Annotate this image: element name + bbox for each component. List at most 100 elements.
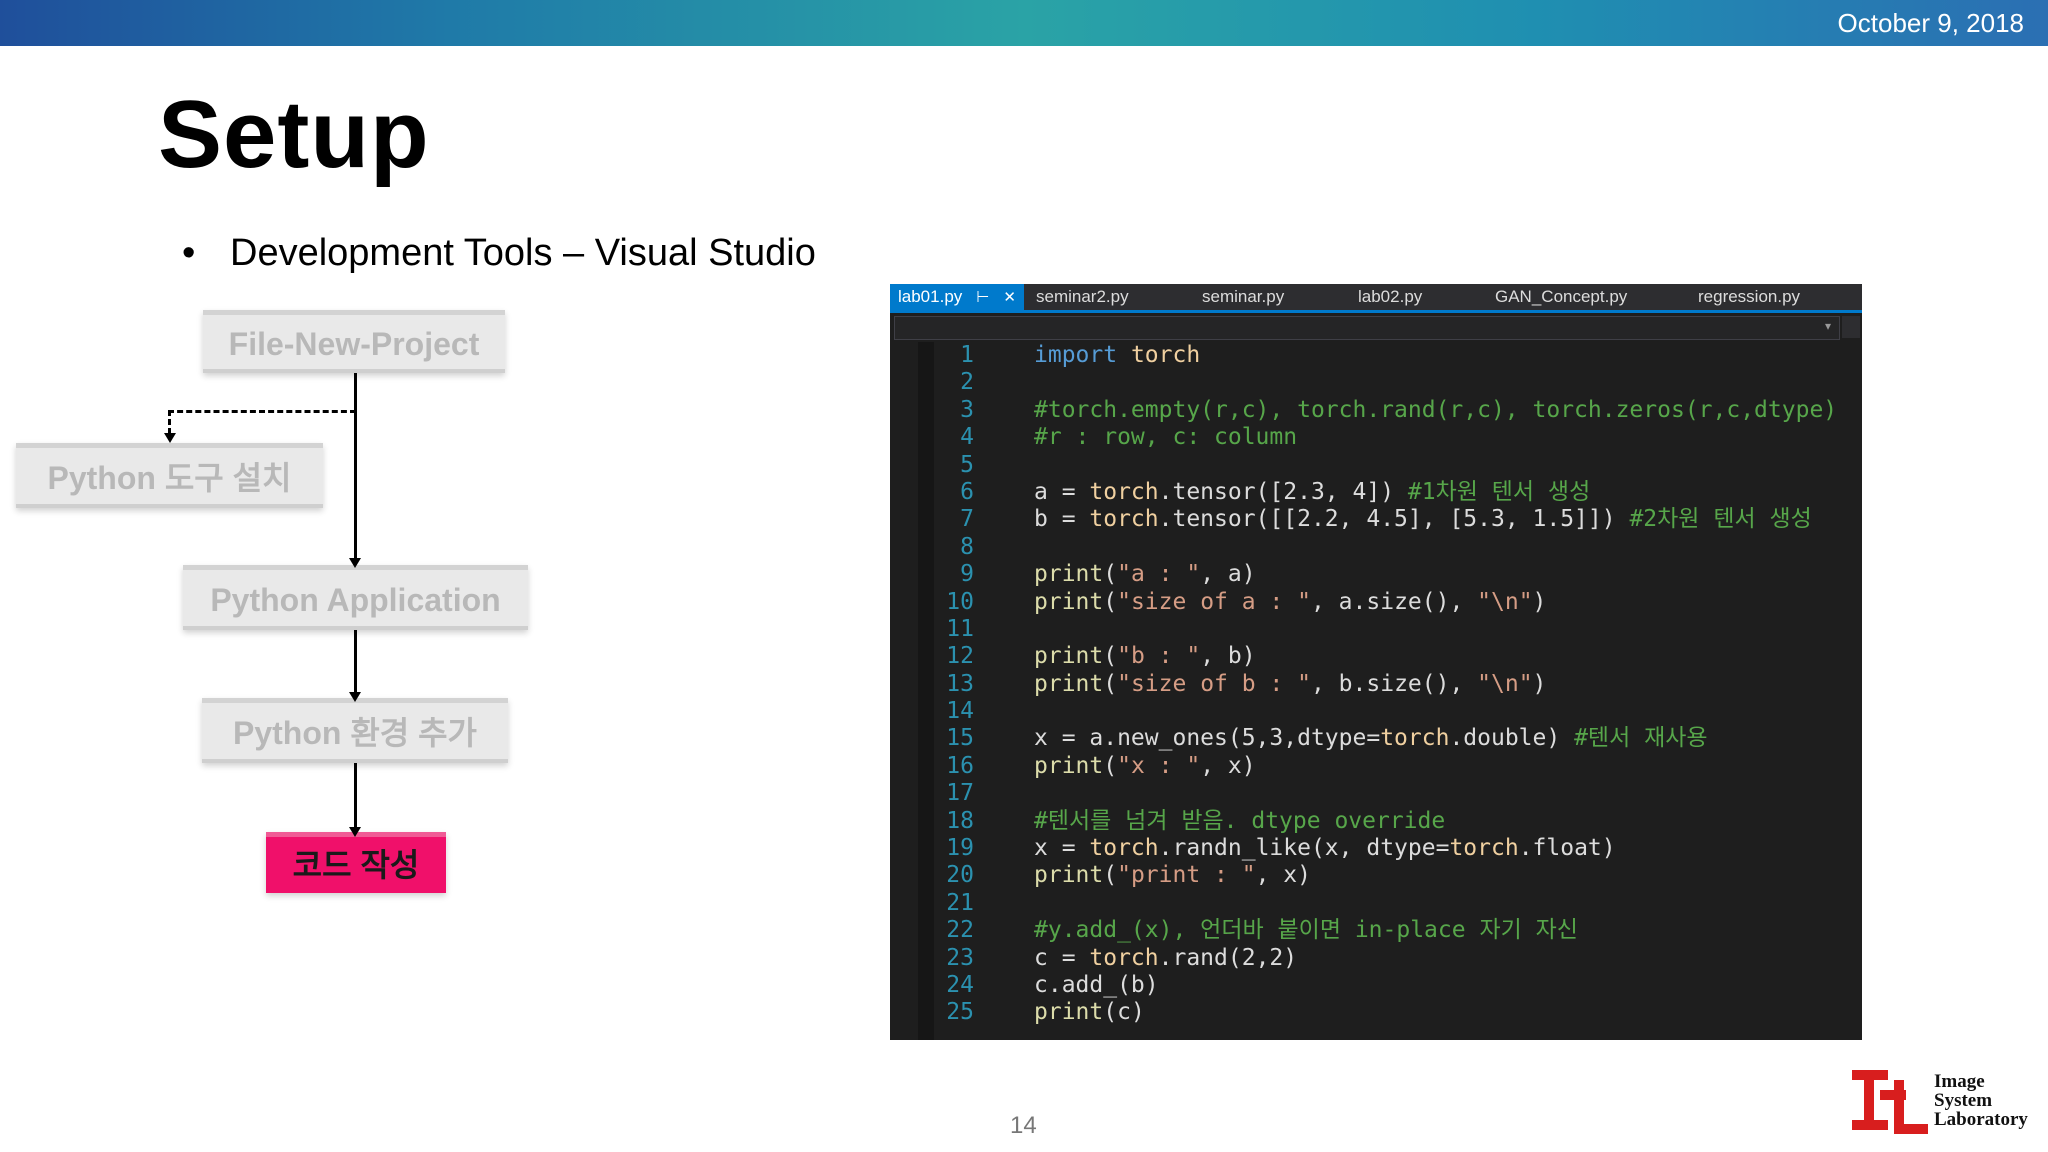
lab-logo-text: Image System Laboratory xyxy=(1934,1072,2028,1129)
line-number: 3 xyxy=(960,396,974,423)
code-text: #r : row, c: column xyxy=(1034,424,1298,451)
code-text: a = torch.tensor([2.3, 4]) #1차원 텐서 생성 xyxy=(1034,478,1591,505)
code-line: 19 x = torch.randn_like(x, dtype=torch.fl… xyxy=(890,835,1862,862)
code-line: 1 import torch xyxy=(890,342,1862,369)
code-text: import torch xyxy=(1034,342,1201,368)
code-line: 21 xyxy=(890,890,1862,917)
flow-step-label: 코드 작성 xyxy=(292,847,420,883)
code-line: 18 #텐서를 넘겨 받음. dtype override xyxy=(890,808,1862,835)
bullet-dot-icon: • xyxy=(182,232,196,274)
editor-tab-bar: lab01.py ⊢ ✕ seminar2.py seminar.py lab02.… xyxy=(890,284,1862,313)
line-number: 22 xyxy=(946,917,974,944)
code-editor: lab01.py ⊢ ✕ seminar2.py seminar.py lab02.… xyxy=(890,284,1862,1040)
code-text: print("size of b : ", b.size(), "\n") xyxy=(1034,670,1547,697)
code-text: print("x : ", x) xyxy=(1034,752,1256,779)
code-line: 13 print("size of b : ", b.size(), "\n") xyxy=(890,671,1862,698)
flow-arrow-icon xyxy=(349,692,361,702)
tab-label: lab02.py xyxy=(1358,287,1423,306)
line-number: 23 xyxy=(946,944,974,971)
pin-icon[interactable]: ⊢ xyxy=(976,289,989,306)
code-line: 10 print("size of a : ", a.size(), "\n") xyxy=(890,589,1862,616)
code-text: print("b : ", b) xyxy=(1034,643,1256,670)
code-text: print("a : ", a) xyxy=(1034,561,1256,588)
flow-step-python-env-add: Python 환경 추가 xyxy=(202,698,508,763)
line-number: 13 xyxy=(946,670,974,697)
code-line: 7 b = torch.tensor([[2.2, 4.5], [5.3, 1.5… xyxy=(890,506,1862,533)
code-text: x = a.new_ones(5,3,dtype=torch.double) #… xyxy=(1034,725,1708,752)
flow-step-label: Python 환경 추가 xyxy=(233,715,477,751)
line-number: 25 xyxy=(946,999,974,1026)
code-line: 20 print("print : ", x) xyxy=(890,862,1862,889)
line-number: 20 xyxy=(946,862,974,889)
line-number: 11 xyxy=(946,615,974,642)
flow-arrow-icon xyxy=(349,827,361,837)
page-number: 14 xyxy=(1010,1112,1037,1139)
code-line: 25 print(c) xyxy=(890,999,1862,1026)
flow-connector xyxy=(354,630,357,694)
code-text: print(c) xyxy=(1034,999,1145,1026)
code-area[interactable]: 1 import torch 2 3 #torch.empty(r,c), torch.… xyxy=(890,342,1862,1027)
tab-gan-concept[interactable]: GAN_Concept.py xyxy=(1495,284,1627,310)
code-line: 17 xyxy=(890,780,1862,807)
lab-logo-icon xyxy=(1852,1070,1928,1134)
bullet-item: • Development Tools – Visual Studio xyxy=(182,232,816,275)
tab-regression[interactable]: regression.py xyxy=(1698,284,1800,310)
line-number: 2 xyxy=(960,369,974,396)
flow-connector xyxy=(354,373,357,561)
slide-title: Setup xyxy=(158,81,430,188)
code-line: 14 xyxy=(890,698,1862,725)
line-number: 19 xyxy=(946,835,974,862)
flow-step-python-application: Python Application xyxy=(183,565,528,630)
code-line: 16 print("x : ", x) xyxy=(890,753,1862,780)
logo-line: Image xyxy=(1934,1071,1985,1092)
logo-line: System xyxy=(1934,1090,1993,1111)
flow-arrow-icon xyxy=(349,558,361,568)
line-number: 15 xyxy=(946,725,974,752)
code-text: #텐서를 넘겨 받음. dtype override xyxy=(1034,807,1446,834)
slide-date: October 9, 2018 xyxy=(1837,8,2024,38)
code-text: #y.add_(x), 언더바 붙이면 in-place 자기 자신 xyxy=(1034,917,1578,944)
tab-label: GAN_Concept.py xyxy=(1495,287,1628,306)
tab-seminar2[interactable]: seminar2.py xyxy=(1036,284,1129,310)
line-number: 24 xyxy=(946,971,974,998)
line-number: 17 xyxy=(946,780,974,807)
flow-step-label: Python 도구 설치 xyxy=(47,460,292,496)
code-line: 9 print("a : ", a) xyxy=(890,561,1862,588)
flow-dashed-connector xyxy=(168,410,356,413)
code-line: 22 #y.add_(x), 언더바 붙이면 in-place 자기 자신 xyxy=(890,917,1862,944)
line-number: 1 xyxy=(960,342,974,368)
line-number: 7 xyxy=(960,506,974,533)
code-text: #torch.empty(r,c), torch.rand(r,c), torc… xyxy=(1034,396,1838,423)
navigation-dropdown[interactable]: ▾ xyxy=(894,316,1840,340)
line-number: 9 xyxy=(960,561,974,588)
flow-step-label: Python Application xyxy=(210,582,501,618)
nav-scroll-area xyxy=(1842,316,1860,338)
tab-seminar[interactable]: seminar.py xyxy=(1202,284,1284,310)
code-text: print("print : ", x) xyxy=(1034,862,1311,889)
code-text: print("size of a : ", a.size(), "\n") xyxy=(1034,588,1547,615)
tab-label: seminar2.py xyxy=(1036,287,1129,306)
flow-step-label: File-New-Project xyxy=(228,326,480,362)
flow-arrow-icon xyxy=(164,433,176,443)
tab-lab02[interactable]: lab02.py xyxy=(1358,284,1422,310)
code-line: 23 c = torch.rand(2,2) xyxy=(890,945,1862,972)
line-number: 10 xyxy=(946,588,974,615)
line-number: 21 xyxy=(946,889,974,916)
code-line: 8 xyxy=(890,534,1862,561)
line-number: 14 xyxy=(946,698,974,725)
flow-step-file-new-project: File-New-Project xyxy=(203,310,505,373)
tab-lab01[interactable]: lab01.py ⊢ ✕ xyxy=(890,284,1024,310)
code-line: 24 c.add_(b) xyxy=(890,972,1862,999)
code-line: 2 xyxy=(890,369,1862,396)
tab-label: regression.py xyxy=(1698,287,1801,306)
line-number: 12 xyxy=(946,643,974,670)
line-number: 18 xyxy=(946,807,974,834)
code-text: c = torch.rand(2,2) xyxy=(1034,944,1298,971)
line-number: 6 xyxy=(960,478,974,505)
code-line: 4 #r : row, c: column xyxy=(890,424,1862,451)
code-text: b = torch.tensor([[2.2, 4.5], [5.3, 1.5]… xyxy=(1034,506,1812,533)
line-number: 8 xyxy=(960,533,974,560)
chevron-down-icon[interactable]: ▾ xyxy=(1825,319,1831,333)
close-icon[interactable]: ✕ xyxy=(1003,289,1016,306)
code-text: c.add_(b) xyxy=(1034,971,1159,998)
